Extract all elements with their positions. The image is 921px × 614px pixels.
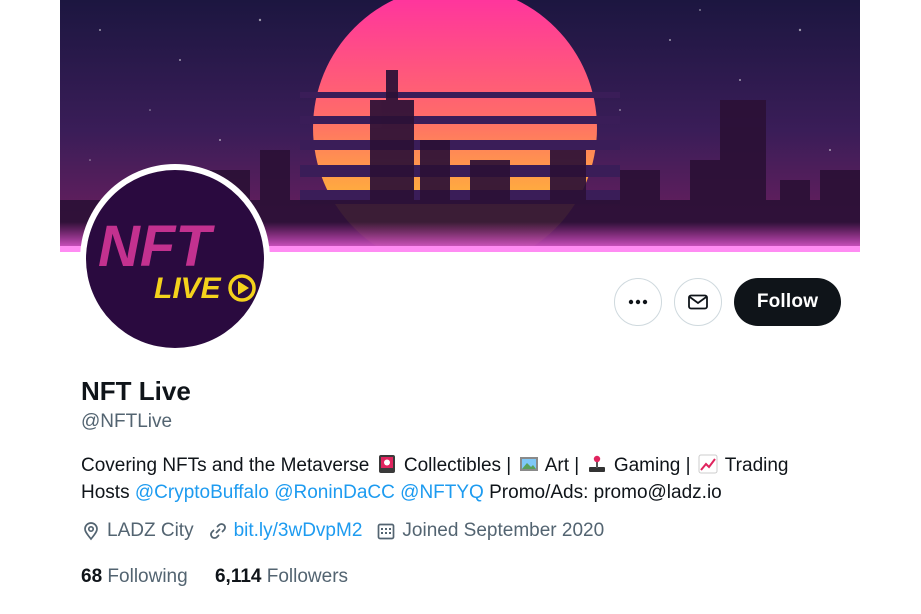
location-text: LADZ City [107, 520, 194, 541]
calendar-icon [378, 523, 395, 540]
display-name: NFT Live [81, 376, 191, 406]
avatar-text-bottom: LIVE [154, 272, 222, 305]
avatar[interactable]: NFT LIVE [86, 170, 264, 348]
avatar-text-top: NFT [98, 214, 215, 279]
link-icon [209, 523, 226, 539]
mention-link[interactable]: @RoninDaCC [274, 482, 395, 503]
following-count: 68 [81, 566, 103, 587]
avatar-frame[interactable]: NFT LIVE [80, 164, 270, 354]
more-horizontal-icon [628, 299, 648, 305]
bio-text: Gaming | [613, 455, 691, 476]
join-date-text: Joined September 2020 [402, 520, 605, 541]
bio-line-2: Hosts @CryptoBuffalo @RoninDaCC @NFTYQ P… [81, 479, 861, 506]
location: LADZ City [81, 520, 194, 542]
follow-button[interactable]: Follow [734, 278, 841, 326]
user-handle: @NFTLive [81, 411, 173, 432]
location-pin-icon [84, 522, 98, 541]
bio-text: Covering NFTs and the Metaverse [81, 455, 370, 476]
profile-bio: Covering NFTs and the Metaverse Collecti… [81, 452, 861, 506]
message-button[interactable] [674, 278, 722, 326]
collectible-card-icon [378, 455, 395, 473]
website[interactable]: bit.ly/3wDvpM2 [208, 520, 363, 542]
bio-text: Collectibles | [403, 455, 512, 476]
profile-stats: 68 Following 6,114 Followers [81, 566, 370, 588]
mention-link[interactable]: @NFTYQ [400, 482, 484, 503]
envelope-icon [688, 294, 708, 310]
chart-increasing-icon [698, 454, 718, 474]
profile-meta: LADZ City bit.ly/3wDvpM2 Joined Septembe… [81, 520, 618, 542]
website-link[interactable]: bit.ly/3wDvpM2 [234, 520, 363, 542]
join-date: Joined September 2020 [376, 520, 604, 542]
bio-text: Hosts [81, 482, 130, 503]
followers-stat[interactable]: 6,114 Followers [215, 566, 348, 587]
bio-text: Promo/Ads: promo@ladz.io [489, 482, 722, 503]
following-stat[interactable]: 68 Following [81, 566, 193, 587]
bio-text: Trading [724, 455, 789, 476]
followers-label: Followers [266, 566, 349, 587]
framed-picture-icon [519, 457, 538, 471]
mention-link[interactable]: @CryptoBuffalo [135, 482, 269, 503]
joystick-icon [588, 455, 605, 472]
followers-count: 6,114 [214, 566, 262, 587]
bio-line-1: Covering NFTs and the Metaverse Collecti… [81, 452, 861, 479]
nft-live-logo: NFT LIVE [86, 170, 264, 348]
bio-text: Art | [544, 455, 580, 476]
following-label: Following [107, 566, 188, 587]
more-options-button[interactable] [614, 278, 662, 326]
